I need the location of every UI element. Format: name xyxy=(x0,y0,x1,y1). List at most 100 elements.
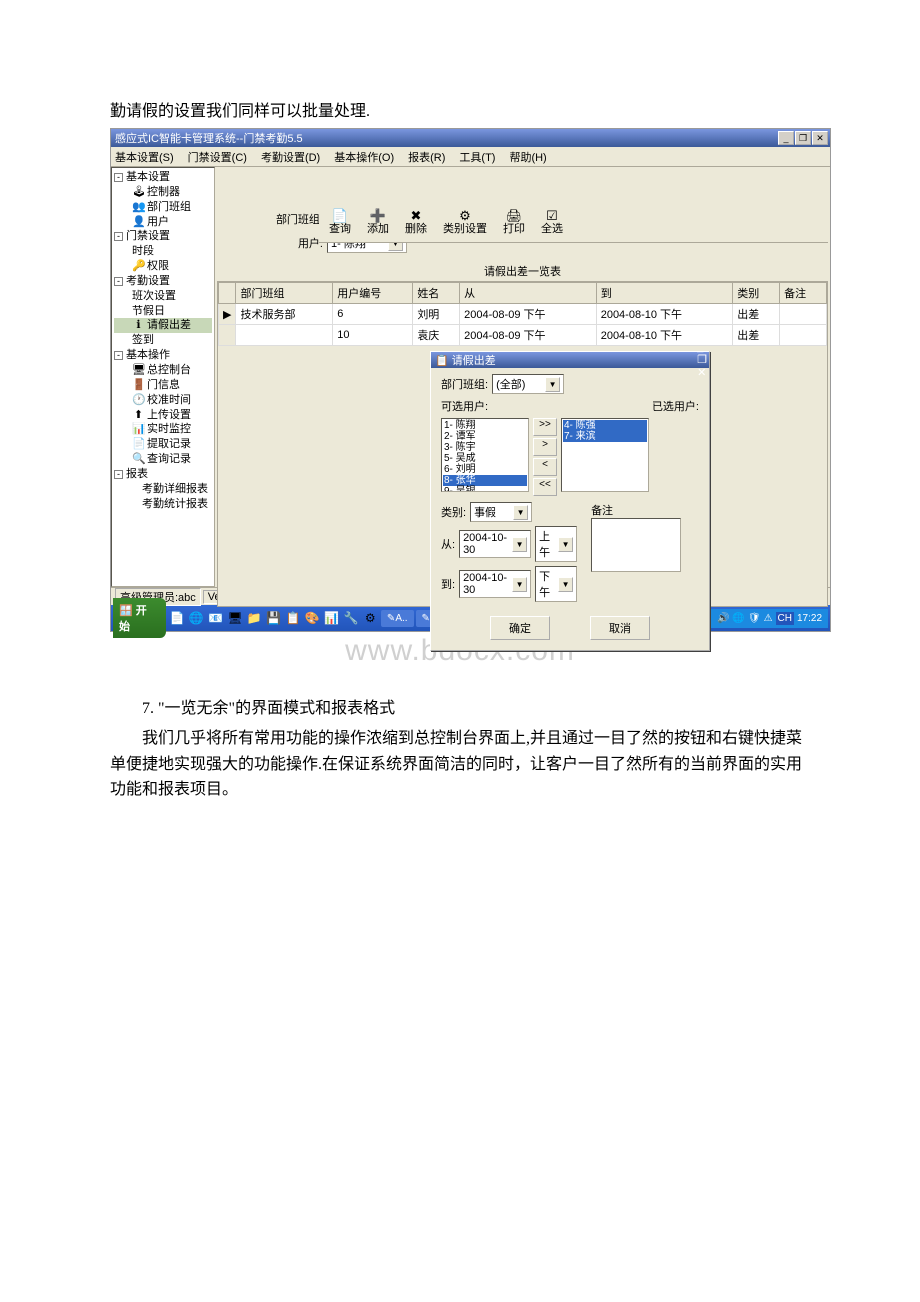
tree-reports[interactable]: 报表 xyxy=(126,467,148,482)
tb-select-all[interactable]: ☑全选 xyxy=(537,207,567,240)
dlg-minimize-button[interactable]: _ xyxy=(697,341,707,353)
doc-intro: 勤请假的设置我们同样可以批量处理. xyxy=(110,100,810,124)
console-icon: 🖥 xyxy=(132,363,145,378)
user-label: 用户: xyxy=(275,235,323,251)
tree-holiday[interactable]: 节假日 xyxy=(132,304,165,319)
quicklaunch-icon[interactable]: 🔧 xyxy=(342,609,359,627)
x-icon: ✖ xyxy=(405,209,427,223)
quicklaunch-icon[interactable]: 📊 xyxy=(323,609,340,627)
minimize-button[interactable]: _ xyxy=(778,131,794,145)
quicklaunch-icon[interactable]: 🎨 xyxy=(304,609,321,627)
menu-help[interactable]: 帮助(H) xyxy=(509,149,546,165)
tree-authtime[interactable]: 校准时间 xyxy=(147,393,191,408)
cancel-button[interactable]: 取消 xyxy=(590,616,650,640)
col-remark[interactable]: 备注 xyxy=(780,283,827,304)
dlg-from-date[interactable]: 2004-10-30▼ xyxy=(459,530,531,558)
tree-shift[interactable]: 班次设置 xyxy=(132,289,176,304)
tree-upload[interactable]: 上传设置 xyxy=(147,408,191,423)
menu-attendance-settings[interactable]: 考勤设置(D) xyxy=(261,149,320,165)
tree-signin[interactable]: 签到 xyxy=(132,333,154,348)
quicklaunch-icon[interactable]: 📄 xyxy=(168,609,185,627)
close-button[interactable]: ✕ xyxy=(812,131,828,145)
tree-monitor[interactable]: 实时监控 xyxy=(147,422,191,437)
tree-detail-report[interactable]: 考勤详细报表 xyxy=(142,482,208,497)
tree-console[interactable]: 总控制台 xyxy=(147,363,191,378)
available-listbox[interactable]: 1- 陈翔 2- 谭军 3- 陈宇 5- 吴成 6- 刘明 8- 张华 9- 吴… xyxy=(441,418,529,492)
quicklaunch-icon[interactable]: 📁 xyxy=(246,609,263,627)
tray-icon[interactable]: ⚠ xyxy=(764,613,773,624)
tree-period[interactable]: 时段 xyxy=(132,244,154,259)
move-all-right-button[interactable]: >> xyxy=(533,418,557,436)
quicklaunch-icon[interactable]: 📋 xyxy=(284,609,301,627)
tree-stat-report[interactable]: 考勤统计报表 xyxy=(142,497,208,512)
tree-perm[interactable]: 权限 xyxy=(147,259,169,274)
tree-attendance-settings[interactable]: 考勤设置 xyxy=(126,274,170,289)
tray-icon[interactable]: 🌐 xyxy=(732,613,744,624)
table-row[interactable]: ▶ 技术服务部 6 刘明 2004-08-09 下午 2004-08-10 下午… xyxy=(219,304,827,325)
chevron-down-icon: ▼ xyxy=(558,577,573,592)
dlg-to-date[interactable]: 2004-10-30▼ xyxy=(459,570,531,598)
tb-type-setting[interactable]: ⚙类别设置 xyxy=(439,207,491,240)
quicklaunch-icon[interactable]: 🖥 xyxy=(226,609,243,627)
dlg-maximize-button[interactable]: ❐ xyxy=(697,353,707,366)
quicklaunch-icon[interactable]: ⚙ xyxy=(362,609,379,627)
dlg-dept-dropdown[interactable]: (全部)▼ xyxy=(492,374,564,394)
menu-basic-ops[interactable]: 基本操作(O) xyxy=(334,149,394,165)
tree-dept[interactable]: 部门班组 xyxy=(147,200,191,215)
quicklaunch-icon[interactable]: 🌐 xyxy=(188,609,205,627)
dlg-remark-textarea[interactable] xyxy=(591,518,681,572)
col-type[interactable]: 类别 xyxy=(733,283,780,304)
tray-lang[interactable]: CH xyxy=(776,612,794,625)
menu-tools[interactable]: 工具(T) xyxy=(459,149,495,165)
move-right-button[interactable]: > xyxy=(533,438,557,456)
upload-icon: ⬆ xyxy=(132,408,145,423)
move-all-left-button[interactable]: << xyxy=(533,478,557,496)
tray-icon[interactable]: 🔊 xyxy=(717,613,729,624)
tree-query[interactable]: 查询记录 xyxy=(147,452,191,467)
tb-add[interactable]: ➕添加 xyxy=(363,207,393,240)
col-from[interactable]: 从 xyxy=(460,283,597,304)
col-userno[interactable]: 用户编号 xyxy=(333,283,413,304)
tray-icon[interactable]: 🛡 xyxy=(748,613,761,624)
tree-basic-ops[interactable]: 基本操作 xyxy=(126,348,170,363)
tree-user[interactable]: 用户 xyxy=(147,215,169,230)
grid-title: 请假出差一览表 xyxy=(215,255,830,281)
tree-leave[interactable]: 请假出差 xyxy=(147,318,191,333)
col-to[interactable]: 到 xyxy=(596,283,733,304)
lock-icon: 🔑 xyxy=(132,259,145,274)
col-name[interactable]: 姓名 xyxy=(413,283,460,304)
tree-extract[interactable]: 提取记录 xyxy=(147,437,191,452)
dlg-type-dropdown[interactable]: 事假▼ xyxy=(470,502,532,522)
chevron-down-icon: ▼ xyxy=(512,537,527,552)
selected-listbox[interactable]: 4- 陈强 7- 来滨 xyxy=(561,418,649,492)
menu-basic-settings[interactable]: 基本设置(S) xyxy=(115,149,174,165)
start-button[interactable]: 🪟 开始 xyxy=(113,598,166,638)
quicklaunch-icon[interactable]: 📧 xyxy=(207,609,224,627)
col-dept[interactable]: 部门班组 xyxy=(236,283,333,304)
screenshot-container: 感应式IC智能卡管理系统--门禁考勤5.5 _ ❐ ✕ 基本设置(S) 门禁设置… xyxy=(110,128,831,632)
dialog-title: 📋 请假出差 xyxy=(435,352,496,368)
menu-bar[interactable]: 基本设置(S) 门禁设置(C) 考勤设置(D) 基本操作(O) 报表(R) 工具… xyxy=(111,147,830,167)
clock-icon: 🕐 xyxy=(132,393,145,408)
dlg-to-period[interactable]: 下午▼ xyxy=(535,566,577,602)
table-row[interactable]: 10 袁庆 2004-08-09 下午 2004-08-10 下午 出差 xyxy=(219,325,827,346)
dlg-close-button[interactable]: ✕ xyxy=(697,366,707,379)
quicklaunch-icon[interactable]: 💾 xyxy=(265,609,282,627)
nav-tree[interactable]: -基本设置 🕹控制器 👥部门班组 👤用户 -门禁设置 时段 🔑权限 -考勤设置 … xyxy=(111,167,215,587)
tb-print[interactable]: 🖨打印 xyxy=(499,207,529,240)
menu-access-settings[interactable]: 门禁设置(C) xyxy=(188,149,247,165)
tree-doorinfo[interactable]: 门信息 xyxy=(147,378,180,393)
tree-basic-settings[interactable]: 基本设置 xyxy=(126,170,170,185)
maximize-button[interactable]: ❐ xyxy=(795,131,811,145)
tree-controller[interactable]: 控制器 xyxy=(147,185,180,200)
menu-reports[interactable]: 报表(R) xyxy=(408,149,445,165)
system-tray[interactable]: 🔊 🌐 🛡 ⚠ CH 17:22 xyxy=(711,609,828,628)
tb-query[interactable]: 📄查询 xyxy=(325,207,355,240)
dlg-from-period[interactable]: 上午▼ xyxy=(535,526,577,562)
ok-button[interactable]: 确定 xyxy=(490,616,550,640)
check-icon: ☑ xyxy=(541,209,563,223)
tb-delete[interactable]: ✖删除 xyxy=(401,207,431,240)
tree-access-settings[interactable]: 门禁设置 xyxy=(126,229,170,244)
move-left-button[interactable]: < xyxy=(533,458,557,476)
taskbar-item[interactable]: ✎A.. xyxy=(381,610,414,627)
